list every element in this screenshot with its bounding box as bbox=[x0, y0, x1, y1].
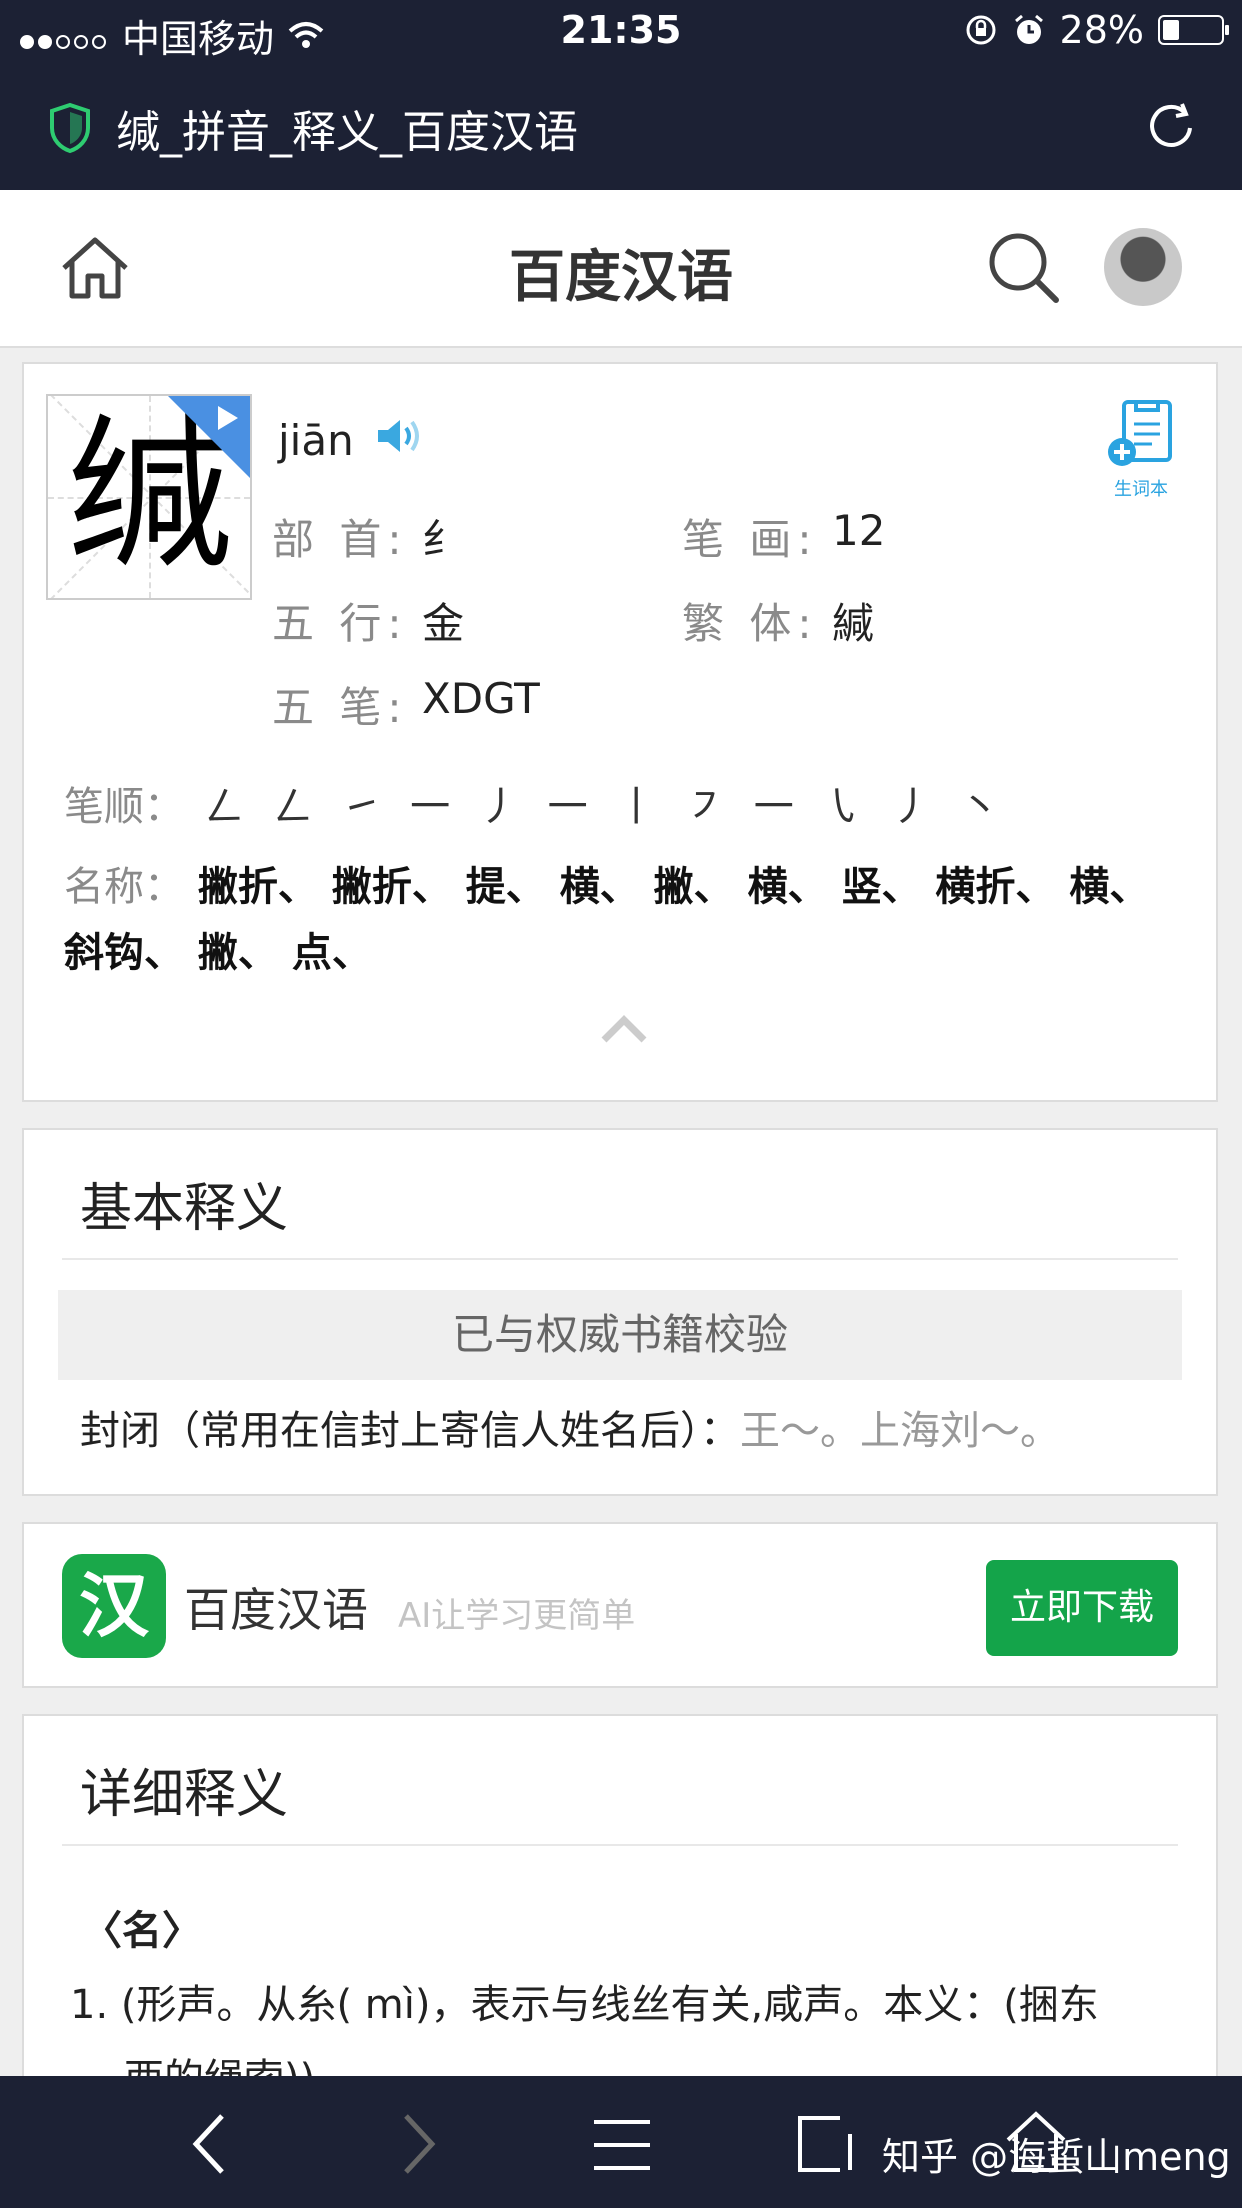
wuxing-label: 五 行: bbox=[272, 599, 408, 648]
alarm-icon bbox=[1014, 14, 1043, 44]
battery-percent: 28% bbox=[1059, 8, 1144, 52]
detailed-meaning-card: 详细释义 〈名〉 1. (形声。从糸( mì)，表示与线丝有关,咸声。本义：(捆… bbox=[22, 1714, 1218, 2134]
stroke-count-label: 笔 画: bbox=[682, 515, 818, 564]
app-slogan: AI让学习更简单 bbox=[398, 1596, 636, 1636]
radical-value: 纟 bbox=[422, 515, 465, 564]
app-promo-banner: 汉 百度汉语 AI让学习更简单 立即下载 bbox=[22, 1522, 1218, 1688]
add-to-vocab-button[interactable]: 生词本 bbox=[1096, 398, 1186, 501]
forward-icon[interactable] bbox=[398, 2112, 438, 2176]
wuxing-row: 五 行: 金 bbox=[272, 590, 464, 651]
search-icon[interactable] bbox=[986, 230, 1062, 306]
part-of-speech: 〈名〉 bbox=[82, 1908, 202, 1954]
traditional-label: 繁 体: bbox=[682, 599, 818, 648]
wubi-label: 五 笔: bbox=[272, 683, 408, 732]
speaker-icon[interactable] bbox=[374, 416, 422, 456]
divider bbox=[62, 1844, 1178, 1846]
wubi-value: XDGT bbox=[422, 674, 540, 723]
stroke-count-value: 12 bbox=[832, 506, 886, 555]
download-button[interactable]: 立即下载 bbox=[986, 1560, 1178, 1656]
stroke-names-label: 名称： bbox=[64, 864, 184, 910]
avatar[interactable] bbox=[1104, 228, 1182, 306]
pinyin: jiān bbox=[278, 416, 354, 465]
app-logo: 汉 bbox=[62, 1554, 166, 1658]
detailed-meaning-title: 详细释义 bbox=[80, 1765, 289, 1825]
basic-meaning-card: 基本释义 已与权威书籍校验 封闭（常用在信封上寄信人姓名后）：王～。上海刘～。 bbox=[22, 1128, 1218, 1496]
app-name: 百度汉语 bbox=[184, 1583, 368, 1637]
reload-icon[interactable] bbox=[1142, 96, 1202, 156]
collapse-chevron-icon[interactable] bbox=[600, 1014, 648, 1044]
page-title: 缄_拼音_释义_百度汉语 bbox=[116, 107, 578, 158]
verified-banner: 已与权威书籍校验 bbox=[58, 1290, 1182, 1380]
basic-meaning-title: 基本释义 bbox=[80, 1179, 289, 1239]
basic-definition: 封闭（常用在信封上寄信人姓名后）：王～。上海刘～。 bbox=[80, 1398, 1060, 1456]
radical-row: 部 首: 纟 bbox=[272, 506, 464, 567]
character-stroke-animation[interactable]: 缄 bbox=[46, 394, 252, 600]
definition-item: 1. (形声。从糸( mì)，表示与线丝有关,咸声。本义：(捆东 bbox=[70, 1982, 1099, 2028]
tabs-icon[interactable] bbox=[796, 2114, 856, 2174]
rotation-lock-icon bbox=[966, 15, 996, 45]
browser-top-bar: 中国移动 21:35 28% 缄_拼音_释义_百度汉语 bbox=[0, 0, 1242, 190]
stroke-count-row: 笔 画: 12 bbox=[682, 506, 885, 567]
wubi-row: 五 笔: XDGT bbox=[272, 674, 540, 735]
stroke-names-list: 撇折、 撇折、 提、 横、 撇、 横、 竖、 横折、 横、 斜钩、 撇、 点、 bbox=[64, 864, 1150, 976]
stroke-order: 笔顺： ㄥ ㄥ ㇀ 一 丿 一 丨 ㇇ 一 ㇂ 丿 丶 bbox=[64, 774, 1008, 832]
battery-icon bbox=[1158, 15, 1229, 45]
stroke-names: 名称： 撇折、 撇折、 提、 横、 撇、 横、 竖、 横折、 横、 斜钩、 撇、… bbox=[64, 854, 1184, 986]
back-icon[interactable] bbox=[190, 2112, 230, 2176]
play-icon[interactable] bbox=[218, 406, 238, 430]
stroke-order-sequence: ㄥ ㄥ ㇀ 一 丿 一 丨 ㇇ 一 ㇂ 丿 丶 bbox=[204, 784, 1008, 830]
definition-text: 封闭（常用在信封上寄信人姓名后）： bbox=[80, 1408, 740, 1454]
url-bar[interactable]: 缄_拼音_释义_百度汉语 bbox=[0, 90, 1242, 166]
definition-example: 王～。上海刘～。 bbox=[740, 1408, 1060, 1454]
site-header: 百度汉语 bbox=[0, 190, 1242, 348]
character-card: 缄 jiān 生词本 部 首: 纟 笔 画: 12 五 行: 金 繁 体: 緘 … bbox=[22, 362, 1218, 1102]
vocab-add-icon bbox=[1108, 400, 1172, 466]
radical-label: 部 首: bbox=[272, 515, 408, 564]
wuxing-value: 金 bbox=[422, 599, 465, 648]
stroke-order-label: 笔顺： bbox=[64, 784, 184, 830]
traditional-value: 緘 bbox=[832, 599, 875, 648]
shield-icon bbox=[50, 102, 90, 154]
status-bar: 中国移动 21:35 28% bbox=[0, 0, 1242, 62]
vocab-label: 生词本 bbox=[1114, 479, 1168, 500]
divider bbox=[62, 1258, 1178, 1260]
traditional-row: 繁 体: 緘 bbox=[682, 590, 874, 651]
menu-icon[interactable] bbox=[592, 2118, 652, 2172]
watermark: 知乎 @海蜇山meng bbox=[882, 2135, 1231, 2179]
